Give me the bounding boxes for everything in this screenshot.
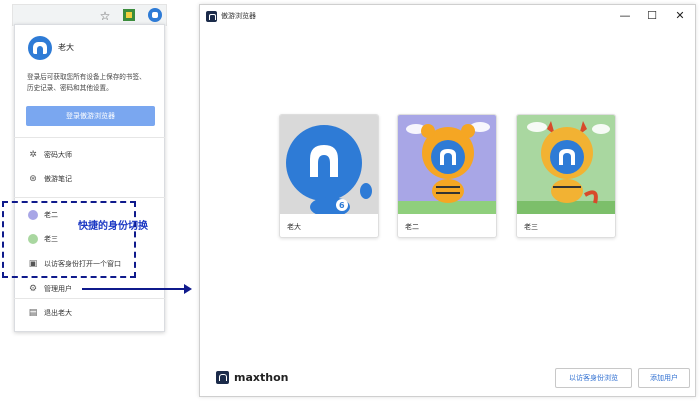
- profile-card-1[interactable]: 6 老大: [279, 114, 379, 238]
- profile-name: 老二: [405, 223, 419, 231]
- exit-icon: ▤: [28, 308, 38, 318]
- brand-name: maxthon: [234, 371, 289, 384]
- annotation-label: 快捷的身份切换: [78, 221, 148, 232]
- arrow-head-icon: [184, 284, 192, 294]
- profile-name: 老三: [524, 223, 538, 231]
- minimize-icon[interactable]: —: [615, 8, 635, 24]
- blue-mascot-avatar: 6: [280, 115, 378, 214]
- browser-toolbar: ☆: [12, 4, 167, 26]
- menu-item-password[interactable]: ✲ 密码大师: [28, 148, 153, 162]
- extension-icon[interactable]: [121, 8, 137, 24]
- profile-name: 老大: [287, 223, 301, 231]
- svg-text:6: 6: [339, 201, 345, 210]
- profile-card-3[interactable]: 老三: [516, 114, 616, 238]
- gear-icon: ⚙: [28, 284, 38, 294]
- menu-divider: [14, 137, 165, 138]
- profile-card-2[interactable]: 老二: [397, 114, 497, 238]
- highlight-box: [2, 201, 136, 278]
- window-title: 傲游浏览器: [221, 12, 256, 20]
- login-prompt: 登录后可获取您所有设备上保存的书签、历史记录、密码和其他设置。: [27, 73, 146, 92]
- menu-item-exit[interactable]: ▤ 退出老大: [28, 306, 153, 320]
- profile-window: 傲游浏览器 — ☐ ✕ 6 老大 老二 老三 maxthon 以访客身份浏览 添…: [199, 4, 696, 397]
- notes-icon: ⊛: [29, 174, 37, 184]
- current-user-name: 老大: [58, 43, 74, 52]
- maximize-icon[interactable]: ☐: [642, 8, 662, 24]
- add-user-button[interactable]: 添加用户: [638, 368, 690, 388]
- maxthon-logo-icon: [216, 371, 229, 384]
- login-button[interactable]: 登录傲游浏览器: [26, 106, 155, 126]
- menu-divider: [14, 298, 165, 299]
- menu-divider: [14, 197, 165, 198]
- profile-icon[interactable]: [147, 8, 163, 24]
- dragon-avatar: [517, 115, 615, 214]
- current-user-avatar: [28, 36, 52, 60]
- arrow-line: [82, 288, 184, 290]
- guest-browse-button[interactable]: 以访客身份浏览: [555, 368, 632, 388]
- star-icon[interactable]: ☆: [97, 8, 113, 24]
- close-icon[interactable]: ✕: [670, 8, 690, 24]
- tiger-avatar: [398, 115, 496, 214]
- menu-item-notes[interactable]: ⊛ 傲游笔记: [28, 172, 153, 186]
- maxthon-logo-icon: [206, 11, 217, 22]
- password-icon: ✲: [29, 150, 37, 160]
